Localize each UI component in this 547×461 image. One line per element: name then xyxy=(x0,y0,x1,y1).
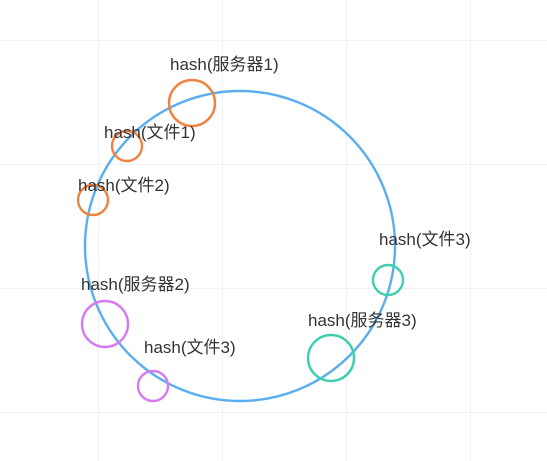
server-3-label: hash(服务器3) xyxy=(308,311,417,330)
diagram-canvas: hash(服务器1) hash(文件1) hash(文件2) hash(文件3)… xyxy=(0,0,547,461)
file-1-label: hash(文件1) xyxy=(104,123,196,142)
file-3-label-teal: hash(文件3) xyxy=(379,230,471,249)
server-2-label: hash(服务器2) xyxy=(81,275,190,294)
server-1-label: hash(服务器1) xyxy=(170,55,279,74)
server-1-node xyxy=(167,78,217,128)
file-2-label: hash(文件2) xyxy=(78,176,170,195)
consistent-hash-ring-diagram: hash(服务器1) hash(文件1) hash(文件2) hash(文件3)… xyxy=(76,55,471,403)
file-3-label-purple: hash(文件3) xyxy=(144,338,236,357)
